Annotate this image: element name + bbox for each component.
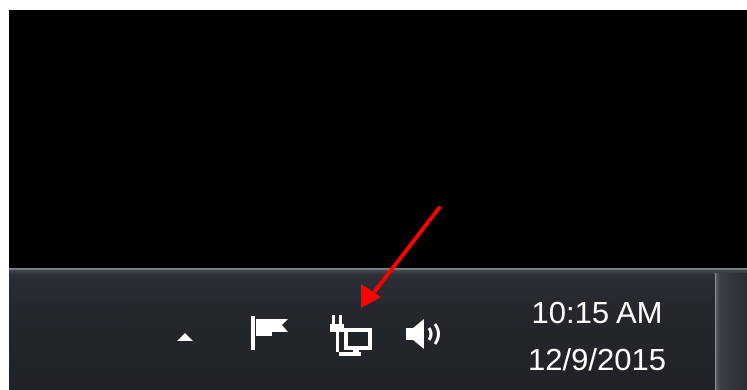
show-desktop-button[interactable] bbox=[715, 273, 747, 390]
screen: 10:15 AM 12/9/2015 bbox=[9, 10, 747, 390]
taskbar: 10:15 AM 12/9/2015 bbox=[9, 268, 747, 390]
desktop-area bbox=[9, 10, 747, 268]
network-icon[interactable] bbox=[325, 313, 377, 359]
up-triangle-icon bbox=[177, 333, 193, 341]
notification-area: 10:15 AM 12/9/2015 bbox=[9, 269, 709, 390]
action-center-flag-icon[interactable] bbox=[242, 313, 290, 353]
taskbar-clock[interactable]: 10:15 AM 12/9/2015 bbox=[497, 289, 697, 389]
show-hidden-icons-button[interactable] bbox=[175, 329, 195, 343]
clock-time: 10:15 AM bbox=[531, 295, 663, 330]
clock-date: 12/9/2015 bbox=[528, 342, 666, 377]
volume-icon[interactable] bbox=[402, 317, 450, 351]
